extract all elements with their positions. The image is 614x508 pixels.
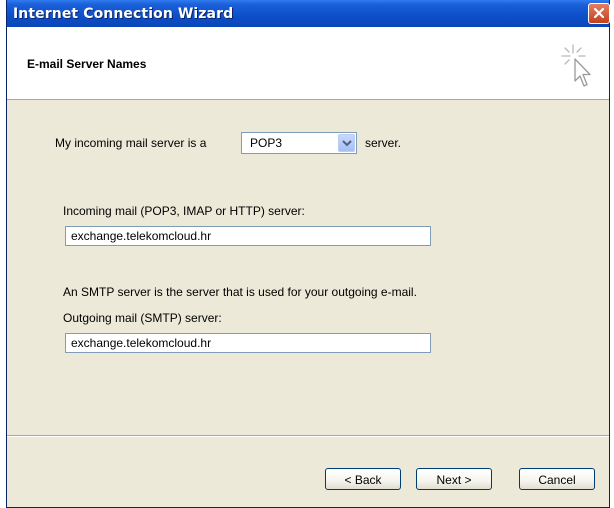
wizard-window: Internet Connection Wizard E-mail Server… (6, 0, 610, 508)
server-type-value: POP3 (250, 136, 283, 150)
window-title: Internet Connection Wizard (13, 6, 234, 22)
server-type-prefix-label: My incoming mail server is a (55, 136, 207, 150)
wizard-header: E-mail Server Names (7, 27, 609, 100)
footer-divider (7, 435, 609, 437)
close-button[interactable] (588, 3, 610, 24)
wizard-cursor-icon (561, 44, 591, 87)
next-button[interactable]: Next > (416, 468, 492, 490)
server-type-suffix-label: server. (365, 136, 402, 150)
page-title: E-mail Server Names (27, 57, 147, 71)
outgoing-server-input[interactable] (65, 333, 431, 353)
dropdown-button[interactable] (338, 134, 355, 152)
chevron-down-icon (342, 140, 352, 147)
cancel-button[interactable]: Cancel (519, 468, 595, 490)
outgoing-server-label: Outgoing mail (SMTP) server: (63, 311, 222, 325)
title-bar[interactable]: Internet Connection Wizard (7, 0, 610, 27)
incoming-server-input[interactable] (65, 226, 431, 246)
back-button[interactable]: < Back (325, 468, 401, 490)
server-type-select[interactable]: POP3 (241, 132, 357, 154)
close-icon (593, 7, 605, 19)
smtp-info-text: An SMTP server is the server that is use… (63, 285, 417, 299)
incoming-server-label: Incoming mail (POP3, IMAP or HTTP) serve… (63, 204, 305, 218)
